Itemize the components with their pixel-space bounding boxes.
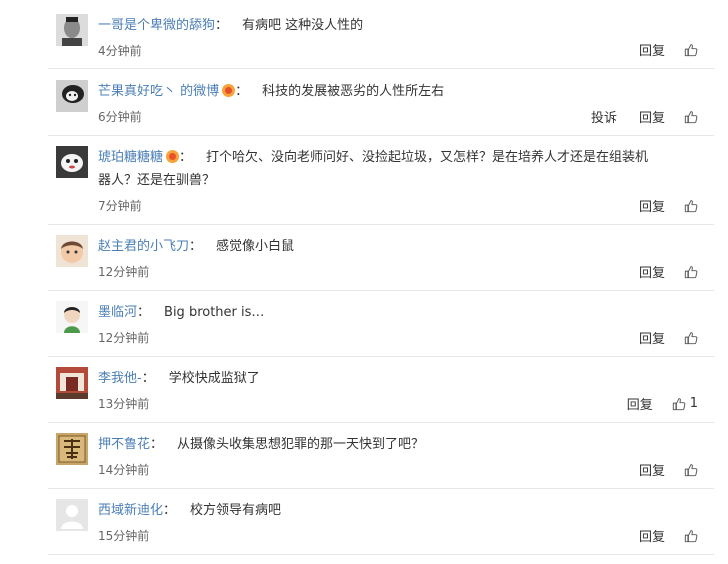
thumbs-up-icon (684, 463, 698, 476)
avatar[interactable] (56, 367, 88, 399)
thumbs-up-icon (684, 43, 698, 56)
comment-username[interactable]: 墨临河 (98, 305, 137, 320)
avatar[interactable] (56, 14, 88, 46)
vip-badge-icon (166, 150, 180, 163)
thumbs-up-icon (684, 199, 698, 212)
avatar[interactable] (56, 499, 88, 531)
thumbs-up-icon (684, 331, 698, 344)
comment-item: 墨临河： Big brother is… 12分钟前 回复 (48, 290, 714, 357)
avatar[interactable] (56, 301, 88, 333)
avatar-image-icon (56, 80, 88, 112)
reply-button[interactable]: 回复 (639, 107, 665, 126)
comment-time: 14分钟前 (98, 463, 150, 477)
report-button[interactable]: 投诉 (591, 107, 617, 126)
thumbs-up-icon (672, 397, 686, 410)
comment-time: 12分钟前 (98, 331, 150, 345)
thumbs-up-icon (684, 265, 698, 278)
avatar-image-icon (56, 146, 88, 178)
comment-time: 15分钟前 (98, 529, 150, 543)
thumbs-up-icon (684, 110, 698, 123)
comment-username[interactable]: 芒果真好吃丶 的微博 (98, 84, 219, 99)
comment-time: 7分钟前 (98, 199, 142, 213)
like-button[interactable] (684, 331, 698, 345)
comment-time: 6分钟前 (98, 110, 142, 124)
reply-button[interactable]: 回复 (639, 328, 665, 347)
reply-button[interactable]: 回复 (639, 460, 665, 479)
comment-username[interactable]: 李我他- (98, 371, 142, 386)
comment-time: 12分钟前 (98, 265, 150, 279)
avatar[interactable] (56, 433, 88, 465)
vip-badge-icon (222, 84, 236, 97)
like-button[interactable] (684, 110, 698, 124)
comment-username[interactable]: 押不鲁花 (98, 437, 150, 452)
thumbs-up-icon (684, 529, 698, 542)
like-button[interactable] (684, 529, 698, 543)
comment-text: 校方领导有病吧 (190, 503, 282, 518)
avatar-image-icon (56, 14, 88, 46)
comment-text: 感觉像小白鼠 (216, 239, 295, 254)
like-button[interactable] (684, 43, 698, 57)
like-button[interactable] (684, 463, 698, 477)
like-button[interactable] (684, 265, 698, 279)
comment-text: 学校快成监狱了 (168, 371, 260, 386)
avatar-image-icon (56, 367, 88, 399)
comment-username[interactable]: 琥珀糖糖糖 (98, 150, 163, 165)
default-avatar-icon (56, 499, 88, 531)
avatar[interactable] (56, 235, 88, 267)
avatar-image-icon (56, 433, 88, 465)
like-button[interactable]: 1 (672, 396, 698, 411)
comment-username[interactable]: 西域新迪化 (98, 503, 163, 518)
like-button[interactable] (684, 199, 698, 213)
reply-button[interactable]: 回复 (639, 262, 665, 281)
reply-button[interactable]: 回复 (627, 394, 653, 413)
comment-username[interactable]: 一哥是个卑微的舔狗 (98, 18, 215, 33)
comment-time: 13分钟前 (98, 397, 150, 411)
comment-text: Big brother is… (164, 305, 265, 320)
comment-item: 押不鲁花： 从摄像头收集思想犯罪的那一天快到了吧？ 14分钟前 回复 (48, 422, 714, 489)
comment-username[interactable]: 赵主君的小飞刀 (98, 239, 189, 254)
comment-item: 西域新迪化： 校方领导有病吧 15分钟前 回复 (48, 488, 714, 555)
comment-text: 有病吧 这种没人性的 (242, 18, 364, 33)
comment-text: 从摄像头收集思想犯罪的那一天快到了吧？ (177, 437, 425, 452)
like-count: 1 (689, 396, 698, 411)
comment-text: 科技的发展被恶劣的人性所左右 (262, 84, 445, 99)
avatar-image-icon (56, 301, 88, 333)
comment-item: 赵主君的小飞刀： 感觉像小白鼠 12分钟前 回复 (48, 224, 714, 291)
comment-item: 芒果真好吃丶 的微博：科技的发展被恶劣的人性所左右 6分钟前 投诉 回复 (48, 68, 714, 136)
reply-button[interactable]: 回复 (639, 40, 665, 59)
comment-item: 一哥是个卑微的舔狗： 有病吧 这种没人性的 4分钟前 回复 (48, 0, 714, 69)
avatar-image-icon (56, 235, 88, 267)
avatar[interactable] (56, 80, 88, 112)
comment-item: 琥珀糖糖糖：打个哈欠、没向老师问好、没捡起垃圾，又怎样？是在培养人才还是在组装机… (48, 135, 714, 225)
reply-button[interactable]: 回复 (639, 196, 665, 215)
comment-item: 李我他-： 学校快成监狱了 13分钟前 回复 1 (48, 356, 714, 423)
avatar[interactable] (56, 146, 88, 178)
reply-button[interactable]: 回复 (639, 526, 665, 545)
comment-time: 4分钟前 (98, 44, 142, 58)
